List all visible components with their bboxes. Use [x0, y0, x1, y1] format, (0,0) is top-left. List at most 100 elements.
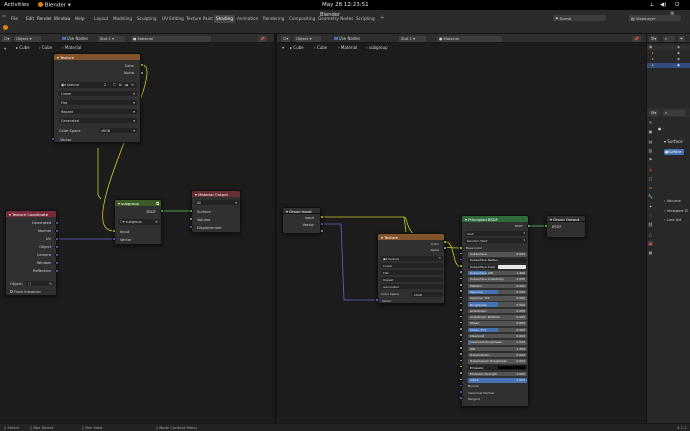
param-alpha[interactable]: Alpha 1.000: [468, 378, 527, 383]
param-emission[interactable]: Emission: [468, 365, 527, 370]
prop-tab-render-icon[interactable]: ▣: [648, 129, 653, 134]
outliner-tree[interactable]: ▣ ◉ ▸ ◉ ▸ ◉ ▸ ◉: [647, 45, 690, 75]
properties-search[interactable]: ⌕: [663, 109, 685, 116]
socket-out-alpha[interactable]: [443, 246, 447, 250]
material-slot-row[interactable]: ● ◦: [658, 127, 664, 131]
socket-in-vector[interactable]: [375, 298, 379, 302]
socket-out-input[interactable]: [320, 215, 324, 219]
param-sheen[interactable]: Sheen 0.000: [468, 321, 527, 326]
param-subsurface-radius[interactable]: Subsurface Radius: [468, 258, 527, 263]
prop-tab-particles-icon[interactable]: ✦: [648, 204, 653, 209]
outliner-row-1[interactable]: ▸ ◉: [647, 51, 690, 56]
socket-out-generated[interactable]: [55, 220, 59, 225]
principled-node-header[interactable]: ▾ Principled BSDF: [462, 216, 528, 222]
visibility-icon[interactable]: ◉: [677, 63, 680, 67]
color-space-dropdown[interactable]: sRGB: [412, 292, 443, 297]
socket-in-emission-strength[interactable]: [459, 371, 463, 375]
group-input-node[interactable]: ▾ Group Input Input Vector: [282, 207, 321, 234]
param-metallic[interactable]: Metallic 0.000: [468, 283, 527, 288]
param-clearcoat[interactable]: Clearcoat 0.000: [468, 333, 527, 339]
socket-in-specular-tint[interactable]: [459, 295, 463, 300]
source-dropdown[interactable]: Generated: [381, 284, 443, 289]
panel-volume[interactable]: › Volume: [664, 198, 681, 203]
socket-out-window[interactable]: [55, 260, 59, 265]
prop-tab-tool-icon[interactable]: ✎: [648, 120, 653, 125]
param-subsurface-color[interactable]: Subsurface Color: [468, 264, 527, 270]
socket-in-subsurface-ior[interactable]: [459, 270, 463, 274]
group-input-header[interactable]: ▾ Group Input: [283, 208, 320, 214]
outliner-type-icon[interactable]: ☰▾: [649, 35, 659, 42]
filter-icon[interactable]: ⏷: [678, 35, 686, 42]
param-transmission-roughness[interactable]: Transmission Roughness 0.000: [468, 359, 527, 364]
param-emission-strength[interactable]: Emission Strength 1.000: [468, 371, 527, 377]
socket-in-normal[interactable]: [459, 383, 463, 388]
socket-out-color[interactable]: [443, 240, 447, 244]
visibility-icon[interactable]: ◉: [677, 51, 680, 55]
socket-in-transmission-roughness[interactable]: [459, 358, 463, 363]
socket-in-specular[interactable]: [459, 289, 463, 293]
color-swatch[interactable]: [498, 265, 526, 269]
socket-in-clearcoat-roughness[interactable]: [459, 339, 463, 344]
prop-tab-material-icon[interactable]: ●: [648, 240, 653, 246]
param-specular[interactable]: Specular 0.500: [468, 289, 527, 295]
prop-tab-view-layer-icon[interactable]: ▥: [648, 148, 653, 153]
socket-in-subsurface-color[interactable]: [459, 264, 463, 268]
group-output-node[interactable]: ▾ Group Output BSDF: [546, 215, 586, 238]
close-icon[interactable]: ✕: [438, 256, 441, 260]
socket-in-bsdf[interactable]: [544, 224, 548, 228]
prop-tab-physics-icon[interactable]: ◌: [648, 213, 653, 218]
panel-line-art[interactable]: › Line Art: [664, 217, 682, 222]
socket-in-clearcoat[interactable]: [459, 333, 463, 337]
texture-node-right[interactable]: ▾ Texture Color Alpha ▣▾ texture ✕ Linear…: [377, 233, 445, 304]
visibility-icon[interactable]: ◉: [677, 57, 680, 61]
socket-in-anisotropic[interactable]: [459, 308, 463, 312]
socket-out-bsdf[interactable]: [527, 224, 531, 228]
prop-tab-output-icon[interactable]: ▤: [648, 139, 653, 144]
socket-in-alpha[interactable]: [459, 377, 463, 381]
subsurface-method-dropdown[interactable]: Random Walk ▾: [465, 238, 527, 243]
socket-in-roughness[interactable]: [459, 301, 463, 306]
prop-tab-modifier-icon[interactable]: 🔧: [648, 194, 653, 199]
socket-out-object[interactable]: [55, 244, 59, 249]
param-sheen-tint[interactable]: Sheen Tint 0.500: [468, 327, 527, 333]
properties-type-icon[interactable]: ⚙▾: [649, 109, 659, 116]
param-transmission[interactable]: Transmission 0.000: [468, 352, 527, 358]
prop-tab-data-icon[interactable]: △: [648, 232, 653, 237]
color-swatch[interactable]: [498, 365, 526, 370]
prop-tab-object-icon[interactable]: ▫: [648, 185, 653, 190]
socket-in-base-color[interactable]: [459, 246, 463, 250]
surface-shader-button[interactable]: ●Surface: [664, 149, 684, 155]
socket-in-ior[interactable]: [459, 346, 463, 350]
distribution-dropdown[interactable]: GGX ▾: [465, 231, 527, 236]
param-subsurface-anisotropy[interactable]: Subsurface Anisotropy 0.000: [468, 277, 527, 282]
socket-in-transmission[interactable]: [459, 352, 463, 356]
prop-tab-constraints-icon[interactable]: ⛓: [648, 222, 653, 227]
extension-dropdown[interactable]: Repeat: [381, 277, 443, 282]
visibility-icon[interactable]: ◉: [677, 45, 680, 49]
group-output-header[interactable]: ▾ Group Output: [547, 216, 585, 222]
projection-dropdown[interactable]: Flat: [381, 270, 443, 275]
image-selector[interactable]: ▣▾ texture ✕: [381, 256, 443, 261]
prop-tab-world-icon[interactable]: ◍: [648, 167, 653, 172]
socket-out-empty[interactable]: [320, 229, 324, 233]
socket-out-uv[interactable]: [55, 236, 59, 241]
socket-out-normal[interactable]: [55, 228, 59, 233]
interpolation-dropdown[interactable]: Linear: [381, 263, 443, 268]
param-clearcoat-roughness[interactable]: Clearcoat Roughness 0.030: [468, 340, 527, 345]
surface-panel-header[interactable]: ▾ Surface: [664, 139, 683, 144]
panel-viewport-d[interactable]: › Viewport D: [664, 208, 688, 213]
prop-tab-collection-icon[interactable]: ▢: [648, 176, 653, 181]
socket-in-clearcoat-normal[interactable]: [459, 390, 463, 394]
socket-in-subsurface[interactable]: [459, 251, 463, 255]
socket-out-reflection[interactable]: [55, 268, 59, 273]
prop-tab-scene-icon[interactable]: ⚑: [648, 157, 653, 162]
socket-in-sheen-tint[interactable]: [459, 327, 463, 331]
param-subsurface[interactable]: Subsurface 0.000: [468, 252, 527, 257]
param-anisotropic-rotation[interactable]: Anisotropic Rotation 0.000: [468, 315, 527, 320]
principled-bsdf-node[interactable]: ▾ Principled BSDF BSDF GGX ▾ Random Walk ▾…: [461, 215, 529, 407]
socket-out-camera[interactable]: [55, 252, 59, 257]
param-specular-tint[interactable]: Specular Tint 0.000: [468, 296, 527, 301]
socket-out-vector[interactable]: [320, 222, 324, 226]
socket-in-metallic[interactable]: [459, 283, 463, 287]
param-subsurface-ior[interactable]: Subsurface IOR 1.400: [468, 270, 527, 276]
